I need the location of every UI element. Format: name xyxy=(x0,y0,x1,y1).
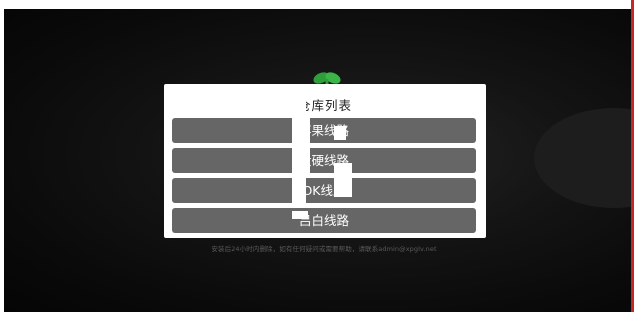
repo-option-2[interactable]: 大硬线路 xyxy=(172,148,476,173)
redaction-mask xyxy=(334,163,352,197)
redaction-mask xyxy=(292,116,310,174)
redaction-mask xyxy=(292,84,306,116)
dialog-title: 仓库列表 xyxy=(297,98,352,113)
redaction-mask xyxy=(292,174,306,206)
repo-option-4[interactable]: 吕白线路 xyxy=(172,208,476,233)
background-decoration xyxy=(534,108,631,208)
background-notice: 安装后24小时内删除，如有任何疑问或需要帮助，请联系admin@xpglv.ne… xyxy=(211,245,437,253)
repo-option-3[interactable]: OK线路 xyxy=(172,178,476,203)
redaction-mask xyxy=(334,126,346,140)
redaction-mask xyxy=(292,211,308,219)
repo-option-1[interactable]: 苹果线路 xyxy=(172,118,476,143)
repository-list-dialog: 仓库列表 苹果线路 大硬线路 OK线路 吕白线路 xyxy=(164,84,486,238)
